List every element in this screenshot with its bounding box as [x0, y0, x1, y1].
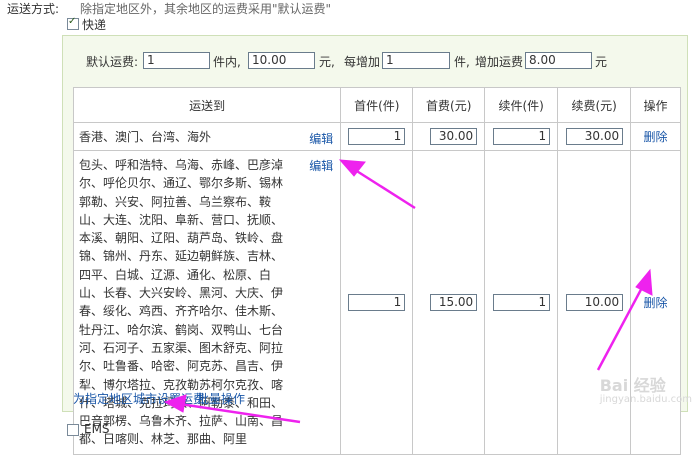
express-label: 快递: [82, 18, 107, 32]
first-fee-input[interactable]: 30.00: [430, 128, 478, 145]
set-region-fee-link[interactable]: 为指定地区城市设置运费: [73, 390, 205, 407]
each-add-label: 每增加: [344, 55, 381, 69]
shipping-method-label: 运送方式:: [7, 2, 60, 16]
first-fee-input[interactable]: 15.00: [430, 293, 478, 311]
header-first-item: 首件(件): [340, 87, 414, 123]
next-fee-input[interactable]: 30.00: [566, 128, 624, 145]
region-cell: 包头、呼和浩特、乌海、赤峰、巴彦淖尔、呼伦贝尔、通辽、鄂尔多斯、锡林郭勒、兴安、…: [72, 150, 342, 455]
add-qty-input[interactable]: 1: [382, 52, 450, 69]
unit-add-label: 件,: [454, 55, 470, 69]
delete-link[interactable]: 删除: [644, 130, 668, 144]
first-item-input[interactable]: 1: [348, 128, 406, 145]
first-item-input[interactable]: 1: [348, 293, 406, 311]
table-header-row: 运送到 首件(件) 首费(元) 续件(件) 续费(元) 操作: [72, 87, 681, 123]
edit-link[interactable]: 编辑: [309, 157, 333, 174]
next-item-input[interactable]: 1: [493, 293, 551, 311]
add-fee-label: 增加运费: [475, 55, 524, 69]
batch-operation-link[interactable]: 批量操作: [197, 390, 245, 407]
header-next-item: 续件(件): [484, 87, 559, 123]
ems-checkbox[interactable]: [67, 424, 79, 436]
default-fee-label: 默认运费:: [86, 55, 139, 69]
header-action: 操作: [630, 87, 681, 123]
next-item-input[interactable]: 1: [493, 128, 551, 145]
region-cell: 香港、澳门、台湾、海外 编辑: [72, 122, 342, 151]
watermark-url: jingyan.baidu.com: [599, 394, 692, 405]
table-row: 香港、澳门、台湾、海外 编辑 1 30.00 1 30.00 删除: [72, 122, 681, 151]
add-fee-input[interactable]: 8.00: [525, 52, 592, 69]
table-row: 包头、呼和浩特、乌海、赤峰、巴彦淖尔、呼伦贝尔、通辽、鄂尔多斯、锡林郭勒、兴安、…: [72, 150, 681, 455]
header-next-fee: 续费(元): [557, 87, 632, 123]
region-text: 包头、呼和浩特、乌海、赤峰、巴彦淖尔、呼伦贝尔、通辽、鄂尔多斯、锡林郭勒、兴安、…: [79, 158, 284, 447]
yuan-label: 元: [595, 55, 608, 69]
delete-link[interactable]: 删除: [644, 296, 668, 310]
edit-link[interactable]: 编辑: [309, 130, 333, 147]
region-text: 香港、澳门、台湾、海外: [79, 130, 212, 144]
default-first-fee-input[interactable]: 10.00: [248, 52, 315, 69]
baidu-watermark: Bai 经验 jingyan.baidu.com: [600, 372, 692, 405]
yuan-each-label: 元,: [319, 55, 335, 69]
watermark-brand: Bai 经验: [599, 376, 666, 395]
header-first-fee: 首费(元): [412, 87, 486, 123]
unit-within-label: 件内,: [213, 55, 241, 69]
next-fee-input[interactable]: 10.00: [566, 293, 624, 311]
express-checkbox[interactable]: [67, 16, 79, 30]
shipping-hint: 除指定地区外，其余地区的运费采用"默认运费": [80, 2, 332, 16]
header-region: 运送到: [72, 87, 342, 123]
ems-label: EMS: [84, 422, 110, 436]
default-first-qty-input[interactable]: 1: [143, 52, 210, 69]
